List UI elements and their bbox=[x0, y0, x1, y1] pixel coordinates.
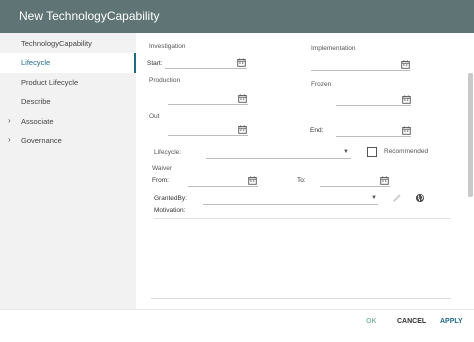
dialog-titlebar: New TechnologyCapability bbox=[0, 0, 474, 33]
lifecycle-form bbox=[136, 33, 474, 309]
granted-by-label: GrantedBy: bbox=[154, 195, 187, 202]
chevron-right-icon: › bbox=[8, 135, 11, 144]
calendar-icon[interactable] bbox=[402, 126, 411, 135]
waiver-label: Waiver bbox=[152, 165, 172, 172]
motivation-underline bbox=[154, 218, 451, 219]
form-bottom-divider bbox=[151, 298, 451, 299]
dialog-title: New TechnologyCapability bbox=[19, 9, 160, 23]
calendar-icon[interactable] bbox=[238, 125, 247, 134]
from-date-underline bbox=[188, 186, 258, 187]
end-date-underline bbox=[336, 136, 411, 137]
motivation-label: Motivation: bbox=[154, 207, 186, 214]
sidebar-item-label: Governance bbox=[21, 136, 62, 145]
lifecycle-label: Lifecycle: bbox=[154, 149, 182, 156]
chevron-right-icon: › bbox=[8, 116, 11, 125]
implementation-date-underline bbox=[311, 70, 410, 71]
calendar-icon[interactable] bbox=[237, 58, 246, 67]
start-date-underline bbox=[165, 68, 247, 69]
sidebar-item-label: Associate bbox=[21, 117, 54, 126]
frozen-label: Frozen bbox=[311, 81, 332, 88]
calendar-icon[interactable] bbox=[401, 60, 410, 69]
from-label: From: bbox=[152, 177, 169, 184]
granted-by-underline bbox=[203, 204, 378, 205]
sidebar-item-governance[interactable]: › Governance bbox=[0, 131, 136, 151]
implementation-label: Implementation bbox=[311, 45, 356, 52]
production-label: Production bbox=[149, 77, 181, 84]
sidebar-item-label: Describe bbox=[21, 97, 51, 106]
sidebar-item-lifecycle[interactable]: Lifecycle bbox=[0, 53, 136, 73]
sidebar-item-label: TechnologyCapability bbox=[21, 39, 92, 48]
calendar-icon[interactable] bbox=[380, 176, 389, 185]
dialog-footer-divider bbox=[0, 309, 474, 310]
out-date-underline bbox=[168, 135, 248, 136]
sidebar-item-describe[interactable]: Describe bbox=[0, 92, 136, 112]
start-label: Start: bbox=[147, 60, 163, 67]
calendar-icon[interactable] bbox=[248, 176, 257, 185]
frozen-date-underline bbox=[336, 105, 411, 106]
apply-button[interactable]: APPLY bbox=[440, 318, 463, 325]
lifecycle-select-underline bbox=[206, 158, 351, 159]
chevron-down-icon[interactable]: ▼ bbox=[343, 149, 349, 155]
ok-button[interactable]: OK bbox=[366, 318, 377, 325]
investigation-label: Investigation bbox=[149, 43, 186, 50]
end-label: End: bbox=[310, 127, 324, 134]
cancel-button[interactable]: CANCEL bbox=[397, 318, 426, 325]
out-label: Out bbox=[149, 113, 160, 120]
sidebar-item-label: Lifecycle bbox=[21, 58, 51, 67]
production-date-underline bbox=[168, 104, 248, 105]
to-date-underline bbox=[320, 186, 390, 187]
calendar-icon[interactable] bbox=[402, 95, 411, 104]
sidebar-item-product-lifecycle[interactable]: Product Lifecycle bbox=[0, 73, 136, 93]
pencil-icon[interactable] bbox=[392, 193, 402, 203]
globe-icon[interactable] bbox=[415, 193, 425, 203]
to-label: To: bbox=[297, 177, 306, 184]
recommended-checkbox[interactable] bbox=[367, 147, 377, 157]
recommended-label: Recommended bbox=[384, 148, 429, 155]
sidebar-item-label: Product Lifecycle bbox=[21, 78, 79, 87]
sidebar-item-associate[interactable]: › Associate bbox=[0, 112, 136, 132]
sidebar-item-technologycapability[interactable]: TechnologyCapability bbox=[0, 34, 136, 54]
scrollbar[interactable] bbox=[468, 73, 473, 197]
calendar-icon[interactable] bbox=[238, 94, 247, 103]
chevron-down-icon[interactable]: ▼ bbox=[371, 195, 377, 201]
sidebar: TechnologyCapability Lifecycle Product L… bbox=[0, 33, 136, 309]
